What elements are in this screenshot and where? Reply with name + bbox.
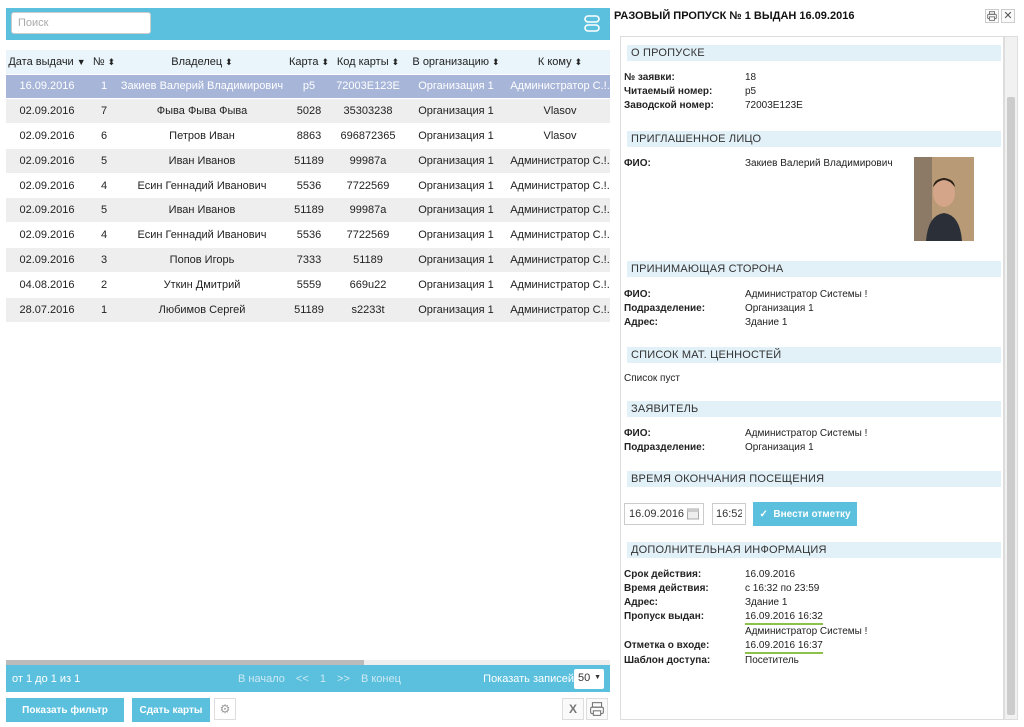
search-input[interactable] — [11, 12, 151, 34]
col-organization[interactable]: В организацию ⬍ — [402, 50, 510, 74]
calendar-icon[interactable] — [687, 507, 699, 520]
first-page-link[interactable]: В начало — [238, 673, 285, 685]
sort-icon: ⬍ — [391, 56, 400, 67]
page-size-select[interactable]: 50 ▼ — [574, 669, 604, 689]
sort-icon: ⬍ — [492, 56, 500, 67]
panel-title: РАЗОВЫЙ ПРОПУСК № 1 ВЫДАН 16.09.2016 — [614, 10, 855, 22]
col-card-code[interactable]: Код карты ⬍ — [334, 50, 402, 74]
table-row[interactable]: 02.09.2016 4 Есин Геннадий Иванович 5536 772… — [6, 172, 610, 198]
col-to-whom[interactable]: К кому ⬍ — [510, 50, 610, 74]
col-owner[interactable]: Владелец ⬍ — [120, 50, 284, 74]
submit-mark-button[interactable]: ✓ Внести отметку — [753, 502, 857, 526]
col-number[interactable]: № ⬍ — [88, 50, 120, 74]
table-header-row: Дата выдачи ▼ № ⬍ Владелец ⬍ Карта ⬍ Код кар… — [6, 50, 610, 74]
section-visit-end: ВРЕМЯ ОКОНЧАНИЯ ПОСЕЩЕНИЯ — [627, 471, 1001, 487]
print-icon[interactable] — [586, 698, 608, 720]
gear-icon[interactable]: ⚙ — [214, 698, 236, 720]
visit-end-time-input[interactable] — [712, 503, 746, 525]
section-invited: ПРИГЛАШЕННОЕ ЛИЦО — [627, 131, 1001, 147]
pagination-info: от 1 до 1 из 1 — [12, 673, 81, 685]
chevron-down-icon: ▼ — [594, 674, 601, 681]
pass-detail-card: О ПРОПУСКЕ № заявки: 18 Читаемый номер: p5… — [620, 36, 1004, 720]
next-page-link[interactable]: >> — [337, 673, 350, 685]
table-row[interactable]: 02.09.2016 3 Попов Игорь 7333 51189 Организац… — [6, 247, 610, 273]
print-icon[interactable] — [985, 9, 999, 23]
sort-icon: ⬍ — [225, 56, 233, 67]
pagination-bar: от 1 до 1 из 1 В начало << 1 >> В конец … — [6, 665, 610, 692]
check-icon: ✓ — [759, 508, 768, 520]
pagination-nav: В начало << 1 >> В конец — [238, 673, 409, 685]
show-filter-button[interactable]: Показать фильтр — [6, 698, 124, 722]
last-page-link[interactable]: В конец — [361, 673, 401, 685]
section-about: О ПРОПУСКЕ — [627, 45, 1001, 61]
table-row[interactable]: 16.09.2016 1 Закиев Валерий Владимирович p5… — [6, 73, 610, 99]
assets-empty: Список пуст — [624, 373, 680, 384]
list-actions: Показать фильтр Сдать карты ⚙ X — [6, 696, 610, 724]
app: Дата выдачи▼ №⬍ Владелец⬍ Карта⬍ Код кар… — [0, 0, 1024, 727]
section-host: ПРИНИМАЮЩАЯ СТОРОНА — [627, 261, 1001, 277]
excel-export-icon[interactable]: X — [562, 698, 584, 720]
visitor-photo — [914, 157, 974, 241]
table-row[interactable]: 04.08.2016 2 Уткин Дмитрий 5559 669u22 Органи… — [6, 271, 610, 298]
table-row[interactable]: 02.09.2016 7 Фыва Фыва Фыва 5028 35303238 Орг… — [6, 98, 610, 124]
sort-desc-icon: ▼ — [76, 56, 86, 67]
section-extra: ДОПОЛНИТЕЛЬНАЯ ИНФОРМАЦИЯ — [627, 542, 1001, 558]
scrollbar-thumb[interactable] — [1007, 97, 1015, 715]
return-cards-button[interactable]: Сдать карты — [132, 698, 210, 722]
close-icon[interactable]: ✕ — [1001, 9, 1015, 23]
toggle-panel-icon[interactable] — [584, 14, 600, 34]
table-row[interactable]: 28.07.2016 1 Любимов Сергей 51189 s2233t Орга… — [6, 296, 610, 322]
current-page[interactable]: 1 — [320, 673, 326, 685]
section-applicant: ЗАЯВИТЕЛЬ — [627, 401, 1001, 417]
col-issue-date[interactable]: Дата выдачи ▼ — [6, 50, 88, 74]
table-row[interactable]: 02.09.2016 5 Иван Иванов 51189 99987a Организ… — [6, 147, 610, 174]
list-toolbar — [6, 8, 610, 40]
pass-list-pane: Дата выдачи▼ №⬍ Владелец⬍ Карта⬍ Код кар… — [6, 8, 610, 727]
table-row[interactable]: 02.09.2016 5 Иван Иванов 51189 99987a Организ… — [6, 197, 610, 223]
sort-icon: ⬍ — [107, 56, 116, 67]
vertical-scrollbar[interactable] — [1004, 36, 1018, 720]
table-row[interactable]: 02.09.2016 6 Петров Иван 8863 696872365 Орган… — [6, 123, 610, 149]
pass-detail-pane: РАЗОВЫЙ ПРОПУСК № 1 ВЫДАН 16.09.2016 ✕ О… — [614, 0, 1024, 727]
sort-icon: ⬍ — [321, 56, 329, 67]
passes-table: Дата выдачи ▼ № ⬍ Владелец ⬍ Карта ⬍ Код кар… — [6, 50, 610, 322]
page-size-label: Показать записей — [483, 673, 574, 685]
prev-page-link[interactable]: << — [296, 673, 309, 685]
section-assets: СПИСОК МАТ. ЦЕННОСТЕЙ — [627, 347, 1001, 363]
sort-icon: ⬍ — [574, 56, 583, 67]
col-card[interactable]: Карта ⬍ — [284, 50, 334, 74]
table-row[interactable]: 02.09.2016 4 Есин Геннадий Иванович 5536 772… — [6, 222, 610, 248]
